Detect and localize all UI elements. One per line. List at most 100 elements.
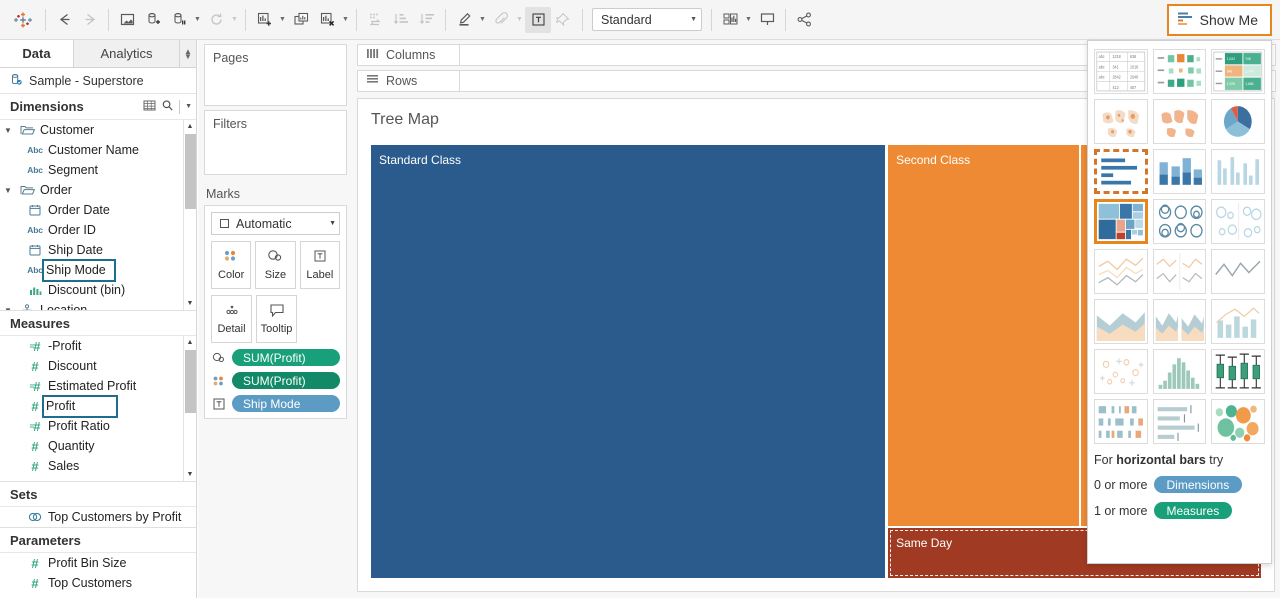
thumb-dual-area[interactable] — [1152, 299, 1207, 344]
scroll-up-arrow-icon[interactable]: ▲ — [184, 120, 196, 133]
back-button[interactable] — [51, 7, 77, 33]
scroll-down-arrow-icon[interactable]: ▼ — [184, 468, 196, 481]
thumb-symbol-map[interactable] — [1094, 99, 1148, 144]
chevron-down-icon[interactable]: ▼ — [0, 186, 16, 195]
treemap-tile-standard-class[interactable]: Standard Class — [371, 145, 886, 578]
marks-label-button[interactable]: Label — [299, 241, 340, 289]
forward-button[interactable] — [77, 7, 103, 33]
thumb-histogram[interactable] — [1152, 349, 1207, 394]
dimension-segment[interactable]: Abc Segment — [0, 160, 196, 180]
sort-descending-icon[interactable] — [414, 7, 440, 33]
dimension-group-location[interactable]: ▼ Location — [0, 300, 196, 310]
thumb-bullet-graph[interactable] — [1152, 399, 1207, 444]
refresh-icon[interactable] — [203, 7, 229, 33]
thumb-discrete-lines[interactable] — [1211, 249, 1265, 294]
pill-label[interactable]: SUM(Profit) — [232, 372, 340, 389]
show-me-panel[interactable]: abc 1218 636 abc 341 1018 abc 2842 2648 413 457 — [1087, 40, 1272, 564]
save-icon[interactable] — [114, 7, 140, 33]
thumb-text-table[interactable]: abc 1218 636 abc 341 1018 abc 2842 2648 413 457 — [1094, 49, 1148, 94]
scrollbar-thumb[interactable] — [185, 350, 196, 413]
group-caret-icon[interactable]: ▼ — [514, 7, 525, 33]
share-icon[interactable] — [791, 7, 817, 33]
dimension-group-order[interactable]: ▼ Order — [0, 180, 196, 200]
marks-size-button[interactable]: Size — [255, 241, 296, 289]
thumb-stacked-bars[interactable] — [1152, 149, 1207, 194]
dimension-customer-name[interactable]: Abc Customer Name — [0, 140, 196, 160]
measures-list[interactable]: # -Profit # Discount # Estimated Profit … — [0, 336, 196, 481]
dimensions-scrollbar[interactable]: ▲ ▼ — [183, 120, 196, 310]
thumb-gantt[interactable] — [1094, 399, 1148, 444]
thumb-dual-lines[interactable] — [1152, 249, 1207, 294]
thumb-side-by-side-bars[interactable] — [1211, 149, 1265, 194]
tab-data[interactable]: Data — [0, 40, 74, 67]
pill-label[interactable]: SUM(Profit) — [232, 349, 340, 366]
duplicate-sheet-icon[interactable] — [288, 7, 314, 33]
pane-resize-handle[interactable]: ▲ ▼ — [180, 40, 196, 67]
marks-detail-button[interactable]: Detail — [211, 295, 252, 343]
pin-icon[interactable] — [551, 7, 577, 33]
measure-estimated-profit[interactable]: # Estimated Profit — [0, 376, 196, 396]
parameter-top-customers[interactable]: # Top Customers — [0, 573, 196, 593]
thumb-dual-combination[interactable] — [1211, 299, 1265, 344]
chevron-down-icon[interactable]: ▼ — [0, 306, 16, 311]
data-source-item[interactable]: Sample - Superstore — [0, 68, 196, 94]
measure-sales[interactable]: # Sales — [0, 456, 196, 476]
dimension-discount-bin[interactable]: Discount (bin) — [0, 280, 196, 300]
marks-tooltip-button[interactable]: Tooltip — [256, 295, 297, 343]
scroll-up-arrow-icon[interactable]: ▲ — [184, 336, 196, 349]
parameter-profit-bin-size[interactable]: # Profit Bin Size — [0, 553, 196, 573]
thumb-packed-bubbles[interactable] — [1211, 399, 1265, 444]
pages-card[interactable]: Pages — [204, 44, 347, 106]
marks-color-button[interactable]: Color — [211, 241, 252, 289]
data-menu-caret-icon[interactable]: ▼ — [192, 7, 203, 33]
tableau-logo-icon[interactable] — [6, 6, 40, 34]
show-cards-icon[interactable] — [717, 7, 743, 33]
thumb-heat-map[interactable] — [1152, 49, 1207, 94]
presentation-icon[interactable] — [754, 7, 780, 33]
swap-axes-icon[interactable] — [362, 7, 388, 33]
measures-scrollbar[interactable]: ▲ ▼ — [183, 336, 196, 481]
highlight-caret-icon[interactable]: ▼ — [477, 7, 488, 33]
dimension-ship-mode[interactable]: Abc Ship Mode — [0, 258, 196, 282]
show-me-button[interactable]: Show Me — [1166, 4, 1272, 36]
chevron-down-icon[interactable]: ▼ — [0, 126, 16, 135]
paperclip-icon[interactable] — [488, 7, 514, 33]
database-pause-icon[interactable] — [166, 7, 192, 33]
thumb-side-by-side-circles[interactable] — [1211, 199, 1265, 244]
refresh-caret-icon[interactable]: ▼ — [229, 7, 240, 33]
marks-pill-label[interactable]: Ship Mode — [211, 395, 340, 412]
thumb-pie-chart[interactable] — [1211, 99, 1265, 144]
cards-caret-icon[interactable]: ▼ — [743, 7, 754, 33]
filters-card[interactable]: Filters — [204, 110, 347, 175]
thumb-highlight-table[interactable]: 1,022 748 646 1,774 1,925 1,656 — [1211, 49, 1265, 94]
text-label-icon[interactable] — [525, 6, 551, 33]
measure-profit[interactable]: # Profit — [0, 394, 196, 418]
dimension-order-date[interactable]: Order Date — [0, 200, 196, 220]
dimension-order-id[interactable]: Abc Order ID — [0, 220, 196, 240]
thumb-continuous-area[interactable] — [1094, 299, 1148, 344]
thumb-treemap[interactable] — [1094, 199, 1148, 244]
measure-discount[interactable]: # Discount — [0, 356, 196, 376]
dropdown-caret-icon[interactable]: ▼ — [185, 103, 192, 110]
highlighter-icon[interactable] — [451, 7, 477, 33]
dimension-ship-date[interactable]: Ship Date — [0, 240, 196, 260]
thumb-continuous-lines[interactable] — [1094, 249, 1148, 294]
pill-label[interactable]: Ship Mode — [232, 395, 340, 412]
scrollbar-thumb[interactable] — [185, 134, 196, 209]
search-icon[interactable] — [161, 99, 174, 115]
grid-view-icon[interactable] — [143, 99, 156, 115]
mark-type-select[interactable]: Automatic ▼ — [211, 212, 340, 235]
chart-plus-icon[interactable] — [251, 7, 277, 33]
treemap-tile-second-class[interactable]: Second Class — [888, 145, 1079, 527]
marks-pill-color[interactable]: SUM(Profit) — [211, 372, 340, 389]
chart-clear-icon[interactable] — [314, 7, 340, 33]
sort-ascending-icon[interactable] — [388, 7, 414, 33]
dimensions-list[interactable]: ▼ Customer Abc Customer Name Abc Segment… — [0, 120, 196, 310]
fit-select[interactable]: Standard ▼ — [592, 8, 702, 31]
measure-quantity[interactable]: # Quantity — [0, 436, 196, 456]
thumb-scatter-plot[interactable] — [1094, 349, 1148, 394]
thumb-circle-views[interactable] — [1152, 199, 1207, 244]
marks-pill-size[interactable]: SUM(Profit) — [211, 349, 340, 366]
database-plus-icon[interactable] — [140, 7, 166, 33]
scroll-down-arrow-icon[interactable]: ▼ — [184, 297, 196, 310]
